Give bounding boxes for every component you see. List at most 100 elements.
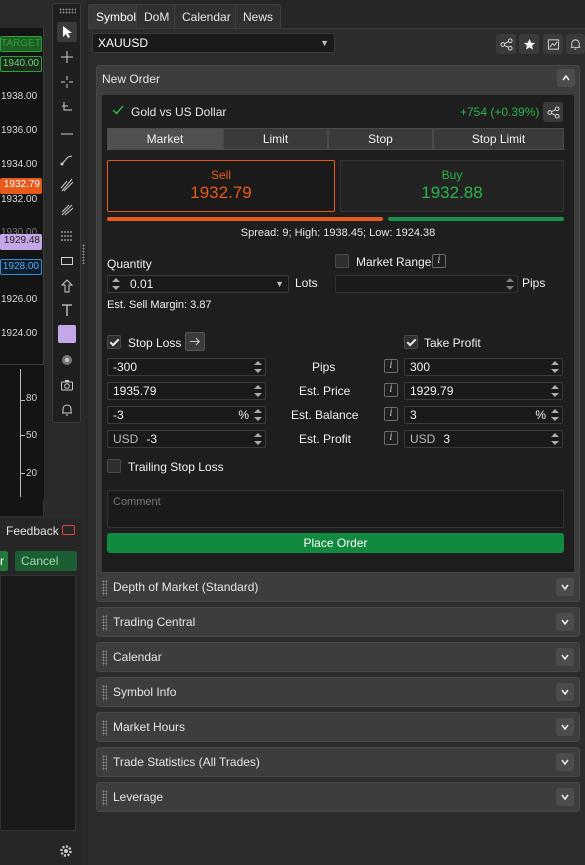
tp-price-stepper[interactable] — [551, 384, 559, 398]
market-range-input[interactable] — [335, 275, 518, 293]
section-market-hours[interactable]: Market Hours — [96, 712, 580, 742]
take-profit-checkbox[interactable] — [404, 335, 418, 349]
drag-handle[interactable] — [102, 685, 107, 701]
sl-profit-stepper[interactable] — [254, 432, 262, 446]
cross-icon[interactable] — [57, 72, 77, 92]
tab-dom[interactable]: DoM — [136, 4, 178, 28]
tp-balance-stepper[interactable] — [551, 408, 559, 422]
info-icon[interactable]: i — [384, 407, 398, 421]
drag-handle[interactable] — [102, 615, 107, 631]
crosshair-icon[interactable] — [57, 47, 77, 67]
quantity-stepper[interactable] — [112, 277, 120, 291]
chevron-down-icon[interactable] — [556, 788, 574, 806]
positions-list[interactable] — [0, 575, 76, 831]
tp-pips-input[interactable]: 300 — [404, 358, 563, 376]
star-icon[interactable] — [519, 34, 539, 54]
chevron-down-icon[interactable] — [556, 718, 574, 736]
tp-balance-unit: % — [535, 408, 546, 422]
tp-pips-stepper[interactable] — [551, 360, 559, 374]
sl-balance-stepper[interactable] — [254, 408, 262, 422]
info-icon[interactable]: i — [384, 359, 398, 373]
share-icon[interactable] — [496, 34, 516, 54]
info-icon[interactable]: i — [384, 431, 398, 445]
section-title: Trading Central — [113, 615, 196, 629]
comment-textarea[interactable]: Comment — [107, 490, 564, 528]
cursor-icon[interactable] — [57, 22, 77, 42]
market-range-stepper[interactable] — [506, 277, 514, 291]
section-symbol-info[interactable]: Symbol Info — [96, 677, 580, 707]
section-trade-statistics[interactable]: Trade Statistics (All Trades) — [96, 747, 580, 777]
fib-icon[interactable] — [57, 226, 77, 246]
ray-icon[interactable] — [57, 149, 77, 169]
section-leverage[interactable]: Leverage — [96, 782, 580, 812]
info-icon[interactable]: i — [432, 254, 446, 268]
sl-pips-stepper[interactable] — [254, 360, 262, 374]
market-range-checkbox[interactable] — [335, 254, 349, 268]
section-trading-central[interactable]: Trading Central — [96, 607, 580, 637]
quantity-input[interactable]: 0.01 ▼ — [107, 275, 289, 293]
toolbar-grip[interactable] — [59, 8, 76, 14]
camera-icon[interactable] — [57, 375, 77, 395]
feedback-link[interactable]: Feedback — [6, 524, 59, 538]
sl-balance-input[interactable]: -3% — [107, 406, 266, 424]
hline-icon[interactable] — [57, 124, 77, 144]
oscillator-pane[interactable]: 80 50 20 — [0, 364, 44, 500]
trendline-icon[interactable] — [57, 97, 77, 117]
tab-calendar[interactable]: Calendar — [174, 4, 239, 28]
settings-gear-icon[interactable] — [59, 844, 73, 858]
order-type-limit[interactable]: Limit — [223, 128, 328, 150]
symbol-content: XAUUSD ▼ New Order Gold vs US Dollar +75… — [88, 28, 585, 865]
tp-balance-input[interactable]: 3% — [404, 406, 563, 424]
place-order-button[interactable]: Place Order — [107, 533, 564, 553]
sell-price: 1932.79 — [190, 183, 252, 202]
stop-loss-checkbox[interactable] — [107, 335, 121, 349]
arrow-icon[interactable] — [57, 276, 77, 296]
chevron-down-icon[interactable] — [556, 648, 574, 666]
drag-handle[interactable] — [102, 580, 107, 596]
section-depth-of-market[interactable]: Depth of Market (Standard) — [96, 572, 580, 602]
text-icon[interactable] — [57, 300, 77, 320]
rectangle-icon[interactable] — [57, 251, 77, 271]
sl-profit-input[interactable]: USD -3 — [107, 430, 266, 448]
sl-pips-input[interactable]: -300 — [107, 358, 266, 376]
channel-icon[interactable] — [57, 175, 77, 195]
pitchfork-icon[interactable] — [57, 200, 77, 220]
collapse-button[interactable] — [557, 69, 575, 87]
partial-button[interactable]: r — [0, 551, 8, 571]
chevron-down-icon[interactable] — [556, 753, 574, 771]
drag-handle[interactable] — [102, 720, 107, 736]
drag-handle[interactable] — [102, 650, 107, 666]
tab-news[interactable]: News — [235, 4, 282, 28]
bell-icon[interactable] — [566, 34, 585, 54]
alert-icon[interactable] — [57, 400, 77, 420]
magnet-icon[interactable] — [57, 350, 77, 370]
trailing-stop-checkbox[interactable] — [107, 459, 121, 473]
order-type-stop[interactable]: Stop — [328, 128, 433, 150]
trailing-stop-label: Trailing Stop Loss — [128, 460, 224, 474]
color-swatch[interactable] — [58, 325, 76, 343]
chevron-down-icon[interactable] — [556, 683, 574, 701]
tp-price-input[interactable]: 1929.79 — [404, 382, 563, 400]
cancel-all-button[interactable]: Cancel All — [15, 551, 77, 588]
symbol-select[interactable]: XAUUSD ▼ — [92, 33, 335, 53]
sl-price-input[interactable]: 1935.79 — [107, 382, 266, 400]
panel-splitter[interactable] — [82, 244, 85, 264]
tp-balance-value: 3 — [410, 408, 417, 422]
drag-handle[interactable] — [102, 755, 107, 771]
order-type-stop-limit[interactable]: Stop Limit — [433, 128, 564, 150]
section-calendar[interactable]: Calendar — [96, 642, 580, 672]
order-type-market[interactable]: Market — [107, 128, 223, 150]
share-icon[interactable] — [543, 102, 563, 122]
tp-profit-input[interactable]: USD 3 — [404, 430, 563, 448]
sell-button[interactable]: Sell 1932.79 — [107, 160, 335, 212]
chart-icon[interactable] — [543, 34, 563, 54]
feedback-icon[interactable] — [62, 525, 75, 535]
sl-price-stepper[interactable] — [254, 384, 262, 398]
buy-button[interactable]: Buy 1932.88 — [340, 160, 564, 212]
tp-profit-stepper[interactable] — [551, 432, 559, 446]
chevron-down-icon[interactable] — [556, 578, 574, 596]
drag-handle[interactable] — [102, 790, 107, 806]
arrow-right-icon[interactable] — [185, 332, 205, 351]
info-icon[interactable]: i — [384, 383, 398, 397]
chevron-down-icon[interactable] — [556, 613, 574, 631]
